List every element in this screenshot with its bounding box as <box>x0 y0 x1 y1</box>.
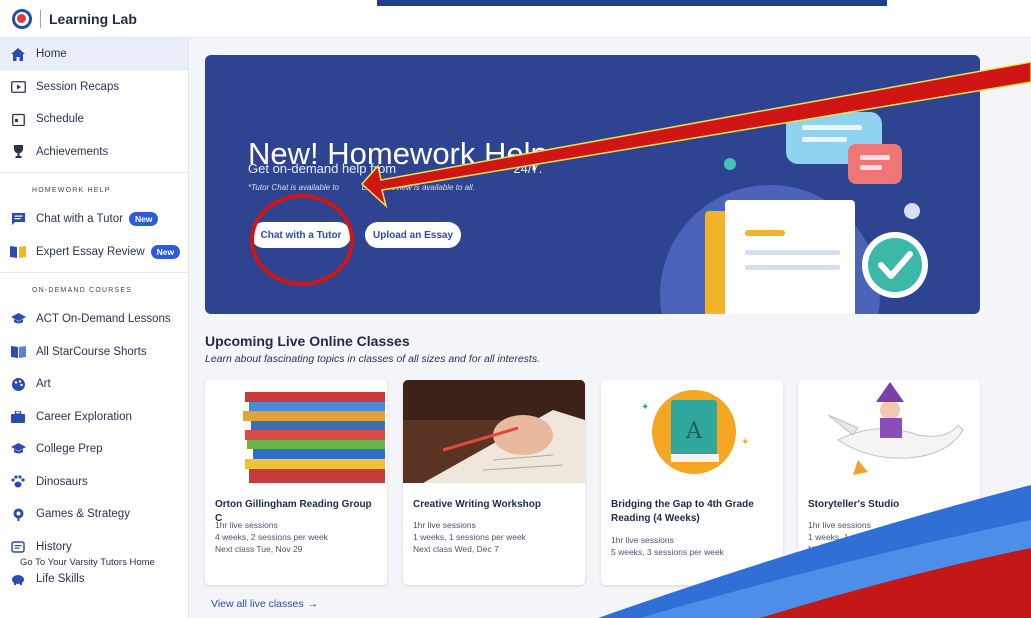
sidebar-divider <box>0 272 188 273</box>
palette-icon <box>10 377 26 391</box>
app-title: Learning Lab <box>49 10 137 27</box>
game-icon <box>10 507 26 521</box>
book-icon <box>10 245 26 259</box>
sidebar-item-session-recaps[interactable]: Session Recaps <box>0 71 188 104</box>
new-badge: New <box>150 244 181 259</box>
class-next: Next class Tue, Nov 29 <box>215 544 303 554</box>
sidebar-item-achievements[interactable]: Achievements <box>0 136 188 169</box>
class-frequency: 1 weeks, 1 sessions per w <box>808 532 908 542</box>
class-meta: 1hr live sessions 1 weeks, 1 sessions pe… <box>413 519 526 555</box>
hero-footnote-end: Essay Review is available to all. <box>361 183 475 192</box>
svg-text:A: A <box>685 419 703 444</box>
graduation-cap-icon <box>10 442 26 456</box>
live-classes-subtitle: Learn about fascinating topics in classe… <box>205 353 541 365</box>
class-meta: 1hr live sessions 5 weeks, 3 sessions pe… <box>611 534 724 558</box>
class-card[interactable]: Creative Writing Workshop 1hr live sessi… <box>403 380 585 585</box>
section-heading-homework-help: HOMEWORK HELP <box>32 186 111 194</box>
hero-footnote-start: *Tutor Chat is available to <box>248 183 340 192</box>
writing-photo-image <box>403 380 585 483</box>
sidebar-item-dinosaurs[interactable]: Dinosaurs <box>0 466 188 499</box>
class-card[interactable]: A ✦ ✦ Bridging the Gap to 4th Grade Read… <box>601 380 783 585</box>
arrow-right-icon: → <box>307 598 319 610</box>
sidebar-item-games-strategy[interactable]: Games & Strategy <box>0 498 188 531</box>
hero-subtitle-start: Get on-demand help from <box>248 161 397 176</box>
sidebar-divider <box>0 172 188 173</box>
class-title: Creative Writing Workshop <box>413 499 541 510</box>
sidebar-item-label: History <box>36 540 72 553</box>
book-illustration-image: A ✦ ✦ <box>601 380 783 483</box>
sidebar-item-label: Home <box>36 48 67 61</box>
books-stack-image <box>205 380 387 483</box>
logo-divider <box>40 9 41 28</box>
sidebar-item-label: Schedule <box>36 113 84 126</box>
view-all-live-classes-link[interactable]: View all live classes → <box>211 598 318 610</box>
varsity-home-link[interactable]: Go To Your Varsity Tutors Home <box>20 557 155 568</box>
class-duration: 1hr live sessions <box>413 520 476 530</box>
class-card[interactable]: Orton Gillingham Reading Group C 1hr liv… <box>205 380 387 585</box>
sidebar-item-label: Chat with a Tutor <box>36 213 123 226</box>
class-next: Next class Wed, Dec 7 <box>413 544 499 554</box>
sidebar-item-schedule[interactable]: Schedule <box>0 103 188 136</box>
hero-subtitle-end: 24/7. <box>513 161 543 176</box>
class-title: Storyteller's Studio <box>808 499 900 510</box>
svg-text:✦: ✦ <box>641 402 649 413</box>
hero-footnote: *Tutor Chat is available to Essay Review… <box>248 183 475 192</box>
upload-essay-button[interactable]: Upload an Essay <box>365 222 461 248</box>
class-duration: 1hr live sessions <box>611 535 674 545</box>
sidebar-item-label: Expert Essay Review <box>36 245 145 258</box>
class-duration: 1hr live sessions <box>808 520 871 530</box>
sidebar-item-chat-with-tutor[interactable]: Chat with a Tutor New <box>0 203 188 236</box>
new-badge: New <box>128 212 159 227</box>
view-all-label: View all live classes <box>211 598 304 610</box>
live-classes-title: Upcoming Live Online Classes <box>205 333 410 349</box>
sidebar: Home Session Recaps Schedule Achievement… <box>0 38 189 618</box>
hero-subtitle: Get on-demand help from 24/7. <box>248 161 542 176</box>
sidebar-item-label: College Prep <box>36 443 103 456</box>
class-frequency: 5 weeks, 3 sessions per week <box>611 547 724 557</box>
section-heading-on-demand-courses: ON-DEMAND COURSES <box>32 286 133 294</box>
play-icon <box>10 80 26 94</box>
sidebar-item-home[interactable]: Home <box>0 38 188 71</box>
sidebar-item-label: Life Skills <box>36 573 85 586</box>
sidebar-item-expert-essay-review[interactable]: Expert Essay Review New <box>0 236 188 269</box>
sidebar-item-label: ACT On-Demand Lessons <box>36 313 171 326</box>
briefcase-icon <box>10 410 26 424</box>
sidebar-item-college-prep[interactable]: College Prep <box>0 433 188 466</box>
goose-storyteller-image <box>798 380 980 483</box>
paw-icon <box>10 475 26 489</box>
scroll-icon <box>10 540 26 554</box>
sidebar-item-label: Dinosaurs <box>36 475 88 488</box>
trophy-icon <box>10 145 26 159</box>
sidebar-item-label: Art <box>36 378 51 391</box>
svg-text:✦: ✦ <box>741 437 749 448</box>
calendar-icon <box>10 112 26 126</box>
piggy-bank-icon <box>10 572 26 586</box>
class-meta: 1hr live sessions 4 weeks, 2 sessions pe… <box>215 519 328 555</box>
sidebar-item-label: Career Exploration <box>36 410 132 423</box>
sidebar-item-art[interactable]: Art <box>0 368 188 401</box>
class-duration: 1hr live sessions <box>215 520 278 530</box>
graduation-cap-icon <box>10 312 26 326</box>
sidebar-item-label: All StarCourse Shorts <box>36 345 147 358</box>
class-next: Next class W <box>808 544 858 554</box>
class-frequency: 1 weeks, 1 sessions per week <box>413 532 526 542</box>
logo-icon[interactable] <box>12 8 32 29</box>
top-banner-strip <box>377 0 887 6</box>
home-icon <box>10 47 26 61</box>
book-open-icon <box>10 345 26 359</box>
class-frequency: 4 weeks, 2 sessions per week <box>215 532 328 542</box>
sidebar-item-label: Session Recaps <box>36 80 120 93</box>
class-meta: 1hr live sessions 1 weeks, 1 sessions pe… <box>808 519 907 555</box>
sidebar-item-starcourse-shorts[interactable]: All StarCourse Shorts <box>0 336 188 369</box>
sidebar-item-label: Games & Strategy <box>36 508 130 521</box>
annotation-circle <box>250 194 354 286</box>
chat-icon <box>10 212 26 226</box>
class-title: Bridging the Gap to 4th Grade Reading (4… <box>611 499 754 524</box>
sidebar-item-career-exploration[interactable]: Career Exploration <box>0 401 188 434</box>
sidebar-item-act-lessons[interactable]: ACT On-Demand Lessons <box>0 303 188 336</box>
sidebar-item-label: Achievements <box>36 145 109 158</box>
class-card[interactable]: Storyteller's Studio 1hr live sessions 1… <box>798 380 980 585</box>
